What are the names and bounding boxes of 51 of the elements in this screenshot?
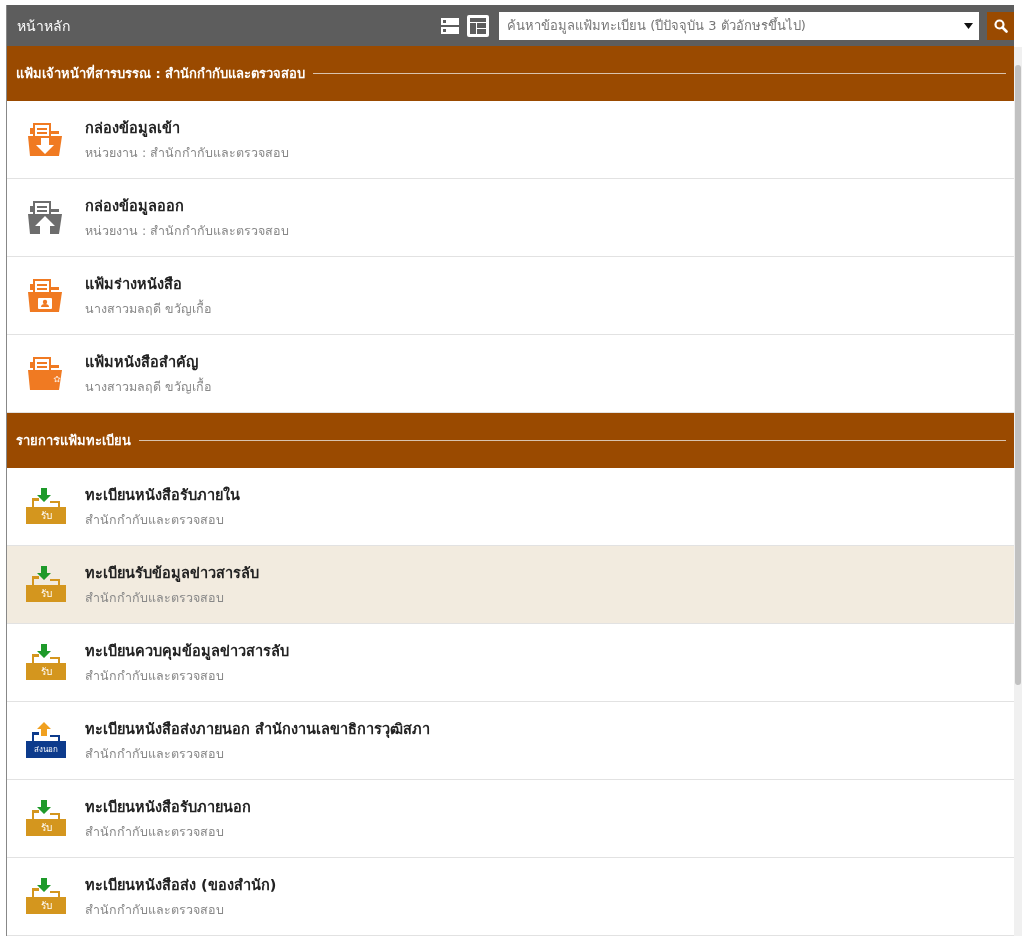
send-folder-icon [24, 721, 68, 760]
item-title: ทะเบียนควบคุมข้อมูลข่าวสารลับ [85, 642, 289, 662]
icon-label: ส่งนอก [33, 743, 59, 756]
item-title: ทะเบียนหนังสือรับภายนอก [85, 798, 251, 817]
section-title: แฟ้มเจ้าหน้าที่สารบรรณ : สำนักกำกับและตรวจสอบ [16, 63, 306, 83]
item-subtitle: นางสาวมลฤดี ขวัญเกื้อ [85, 377, 212, 396]
item-subtitle: สำนักกำกับและตรวจสอบ [85, 823, 225, 841]
receive-folder-icon [24, 877, 68, 916]
item-subtitle: สำนักกำกับและตรวจสอบ [85, 901, 225, 919]
item-subtitle: หน่วยงาน : สำนักกำกับและตรวจสอบ [85, 222, 290, 240]
page-title: หน้าหลัก [17, 16, 71, 36]
icon-label: รับ [39, 821, 53, 834]
item-subtitle: สำนักกำกับและตรวจสอบ [85, 511, 225, 529]
icon-label: รับ [39, 587, 53, 600]
receive-folder-icon [24, 643, 68, 682]
item-title: ทะเบียนหนังสือส่งภายนอก สำนักงานเลขาธิการวุฒิสภา [85, 720, 431, 740]
receive-folder-icon [24, 799, 68, 838]
list-item[interactable]: รับ ทะเบียนหนังสือรับภายนอก สำนักกำกับและตรวจสอบ [7, 780, 1014, 858]
icon-label: รับ [39, 665, 53, 678]
item-title: กล่องข้อมูลออก [85, 197, 185, 217]
search-field[interactable]: ค้นหาข้อมูลแฟ้มทะเบียน (ปีปัจจุบัน 3 ตัวอักษรขึ้นไป) [499, 11, 979, 40]
section-title: รายการแฟ้มทะเบียน [16, 432, 131, 450]
search-button[interactable] [987, 11, 1014, 40]
scrollbar-thumb[interactable] [1015, 65, 1021, 685]
list-item[interactable]: กล่องข้อมูลออก หน่วยงาน : สำนักกำกับและตรวจสอบ [7, 179, 1014, 257]
search-icon [993, 18, 1008, 33]
list-item[interactable]: แฟ้มร่างหนังสือ นางสาวมลฤดี ขวัญเกื้อ [7, 257, 1014, 335]
item-title: ทะเบียนรับข้อมูลข่าวสารลับ [85, 564, 259, 584]
item-title: ทะเบียนหนังสือส่ง (ของสำนัก) [85, 876, 277, 895]
item-title: ทะเบียนหนังสือรับภายใน [85, 485, 240, 505]
list-item[interactable]: รับ ทะเบียนควบคุมข้อมูลข่าวสารลับ สำนักกำกับและตรวจสอบ [7, 624, 1014, 702]
receive-folder-icon [24, 487, 68, 526]
icon-label: รับ [39, 509, 53, 522]
list-item[interactable]: กล่องข้อมูลเข้า หน่วยงาน : สำนักกำกับและตรวจสอบ [7, 101, 1014, 179]
list-item[interactable]: ส่งนอก ทะเบียนหนังสือส่งภายนอก สำนักงานเลขาธิการวุฒิสภา สำนักกำกับและตรวจสอบ [7, 702, 1014, 780]
item-title: กล่องข้อมูลเข้า [85, 119, 181, 139]
grid-view-icon [470, 17, 486, 34]
receive-folder-icon [24, 565, 68, 604]
list-item[interactable]: รับ ทะเบียนรับข้อมูลข่าวสารลับ สำนักกำกับและตรวจสอบ [7, 546, 1014, 624]
view-button[interactable] [467, 14, 489, 37]
item-subtitle: นางสาวมลฤดี ขวัญเกื้อ [85, 299, 212, 318]
item-subtitle: สำนักกำกับและตรวจสอบ [85, 589, 225, 607]
item-subtitle: สำนักกำกับและตรวจสอบ [85, 667, 225, 685]
list-view-icon [441, 17, 459, 34]
list-item[interactable]: รับ ทะเบียนหนังสือส่ง (ของสำนัก) สำนักกำกับและตรวจสอบ [7, 858, 1014, 936]
item-subtitle: หน่วยงาน : สำนักกำกับและตรวจสอบ [85, 144, 290, 162]
caret-icon [964, 22, 973, 29]
icon-label: รับ [39, 899, 53, 912]
item-title: แฟ้มร่างหนังสือ [85, 275, 183, 294]
item-title: แฟ้มหนังสือสำคัญ [85, 353, 199, 373]
item-subtitle: สำนักกำกับและตรวจสอบ [85, 745, 225, 763]
